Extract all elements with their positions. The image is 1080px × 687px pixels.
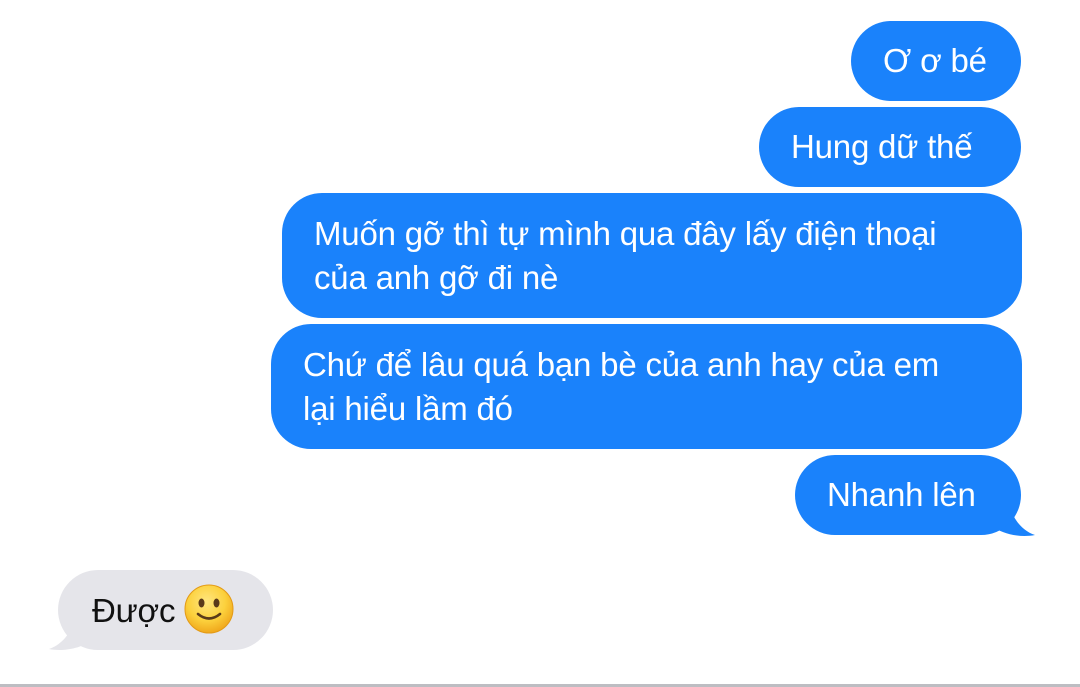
message-text-line: Chứ để lâu quá bạn bè của anh hay của em bbox=[303, 346, 940, 383]
sent-message-bubble[interactable]: Chứ để lâu quá bạn bè của anh hay của em… bbox=[271, 324, 1022, 449]
sent-message-bubble[interactable]: Hung dữ thế bbox=[759, 107, 1021, 187]
message-text: Nhanh lên bbox=[827, 476, 976, 513]
sent-message-bubble[interactable]: Nhanh lên bbox=[795, 455, 1021, 535]
sent-message-bubble[interactable]: Muốn gỡ thì tự mình qua đây lấy điện tho… bbox=[282, 193, 1022, 318]
message-text: Hung dữ thế bbox=[791, 128, 973, 165]
sent-message-bubble[interactable]: Ơ ơ bé bbox=[851, 21, 1021, 101]
message-text: Ơ ơ bé bbox=[883, 42, 987, 79]
message-text-line: lại hiểu lầm đó bbox=[303, 390, 513, 427]
slightly-smiling-face-icon bbox=[184, 584, 234, 634]
message-text: Được bbox=[92, 592, 176, 629]
message-thread: Ơ ơ bé Hung dữ thế Muốn gỡ thì tự mình q… bbox=[0, 0, 1080, 684]
message-text-line: Muốn gỡ thì tự mình qua đây lấy điện tho… bbox=[314, 215, 937, 252]
message-text-line: của anh gỡ đi nè bbox=[314, 259, 559, 296]
received-message-bubble[interactable]: Được bbox=[58, 570, 273, 650]
